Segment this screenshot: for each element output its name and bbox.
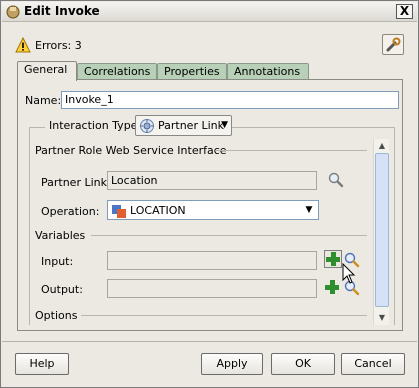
scroll-down-icon[interactable]: ▼	[374, 311, 390, 325]
tab-label: Properties	[164, 65, 220, 78]
apply-button-label: Apply	[216, 357, 248, 370]
plus-icon	[326, 252, 340, 266]
warning-icon	[15, 37, 31, 53]
tab-label: Correlations	[84, 65, 151, 78]
variables-header: Variables	[35, 229, 86, 242]
ok-button[interactable]: OK	[271, 353, 335, 375]
partner-link-label: Partner Link:	[41, 176, 111, 189]
operation-value: LOCATION	[130, 204, 186, 217]
help-button-label: Help	[29, 357, 55, 370]
tab-annotations[interactable]: Annotations	[227, 63, 309, 80]
wrench-icon	[386, 37, 401, 52]
interaction-type-value: Partner Link	[158, 119, 224, 132]
name-label: Name:	[25, 94, 62, 107]
apply-button[interactable]: Apply	[201, 353, 263, 375]
cancel-button-label: Cancel	[354, 357, 392, 370]
plus-icon	[325, 280, 339, 294]
edit-invoke-dialog: Edit Invoke X Errors: 3 General Correlat…	[0, 0, 419, 388]
ok-button-label: OK	[295, 357, 311, 370]
tab-label: General	[24, 63, 68, 76]
operation-dropdown[interactable]: LOCATION ▼	[107, 200, 319, 220]
vertical-scrollbar[interactable]: ▲ ▼	[373, 139, 389, 325]
tab-general[interactable]: General	[17, 61, 77, 81]
scrollbar-thumb[interactable]	[375, 153, 389, 307]
close-button[interactable]: X	[396, 4, 413, 19]
divider	[81, 315, 367, 316]
close-icon: X	[399, 4, 410, 18]
chevron-down-icon: ▼	[305, 205, 313, 215]
app-icon	[6, 5, 20, 19]
input-variable-field	[107, 251, 317, 270]
scroll-up-icon[interactable]: ▲	[374, 139, 390, 153]
tab-label: Annotations	[234, 65, 301, 78]
operation-icon	[112, 205, 126, 218]
operation-label: Operation:	[41, 205, 100, 218]
tab-correlations[interactable]: Correlations	[77, 63, 157, 80]
output-label: Output:	[41, 283, 83, 296]
name-input[interactable]: Invoke_1	[61, 91, 399, 109]
add-input-variable-button[interactable]	[324, 250, 342, 268]
errors-text: Errors: 3	[35, 39, 82, 52]
validate-button[interactable]	[382, 34, 404, 55]
options-header: Options	[35, 309, 78, 322]
chevron-down-icon: ▼	[221, 120, 228, 130]
interaction-type-label: Interaction Type:	[45, 119, 146, 132]
partner-link-icon	[140, 119, 154, 133]
add-output-variable-button[interactable]	[324, 279, 342, 297]
divider	[2, 341, 417, 342]
window-title: Edit Invoke	[24, 4, 100, 18]
tab-properties[interactable]: Properties	[157, 63, 227, 80]
divider	[91, 235, 367, 236]
interaction-type-dropdown[interactable]: Partner Link ▼	[135, 115, 232, 136]
interaction-scroll-area: Partner Role Web Service Interface Partn…	[31, 137, 391, 325]
output-variable-field	[107, 279, 317, 298]
help-button[interactable]: Help	[15, 353, 69, 375]
divider	[215, 150, 367, 151]
input-label: Input:	[41, 255, 74, 268]
search-icon[interactable]	[327, 171, 345, 189]
partner-link-field: Location	[107, 171, 317, 190]
mouse-pointer-icon	[342, 263, 356, 284]
partner-role-header: Partner Role Web Service Interface	[35, 144, 227, 157]
title-bar: Edit Invoke X	[2, 2, 417, 22]
cancel-button[interactable]: Cancel	[341, 353, 405, 375]
